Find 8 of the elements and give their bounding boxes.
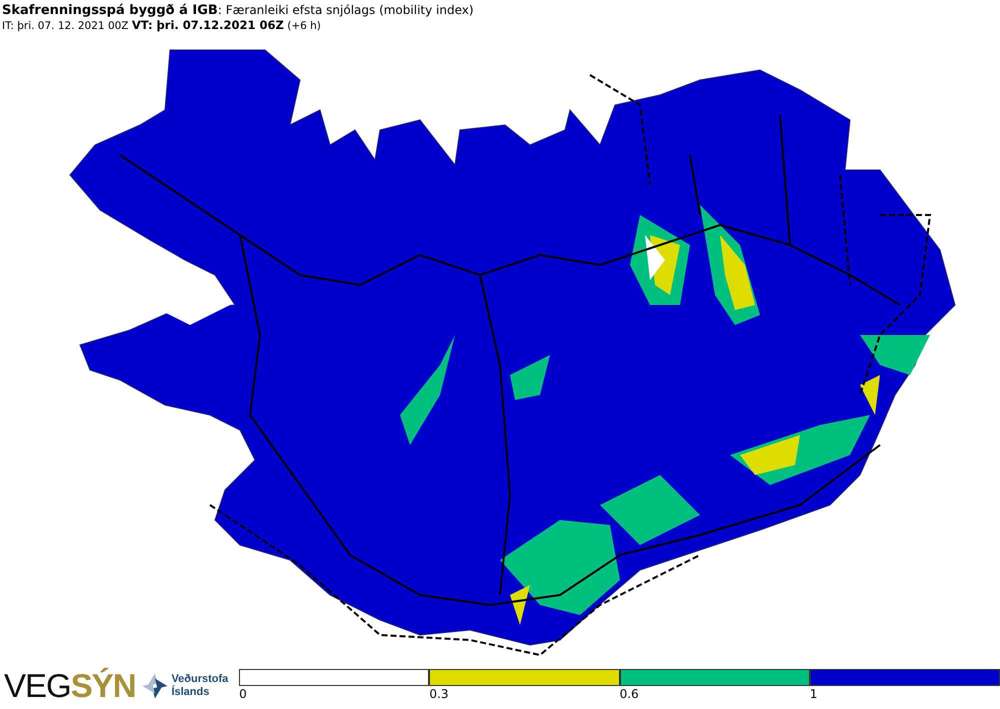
legend-tick-label: 0.3 (429, 686, 448, 702)
legend-tick-label: 1 (810, 686, 818, 702)
map-title: Skafrenningsspá byggð á IGB: Færanleiki efsta snjólags (mobility index) (2, 3, 475, 18)
legend-tick-label: 0.6 (620, 686, 639, 702)
forecast-time: IT: þri. 07. 12. 2021 00Z VT: þri. 07.12.2021 06Z (+6 h) (2, 18, 322, 33)
legend-tick-label: 0 (239, 686, 247, 702)
vedurstofa-logo: Veðurstofa Íslands (171, 672, 230, 698)
vegsyn-logo: VEGSÝN (4, 666, 136, 704)
